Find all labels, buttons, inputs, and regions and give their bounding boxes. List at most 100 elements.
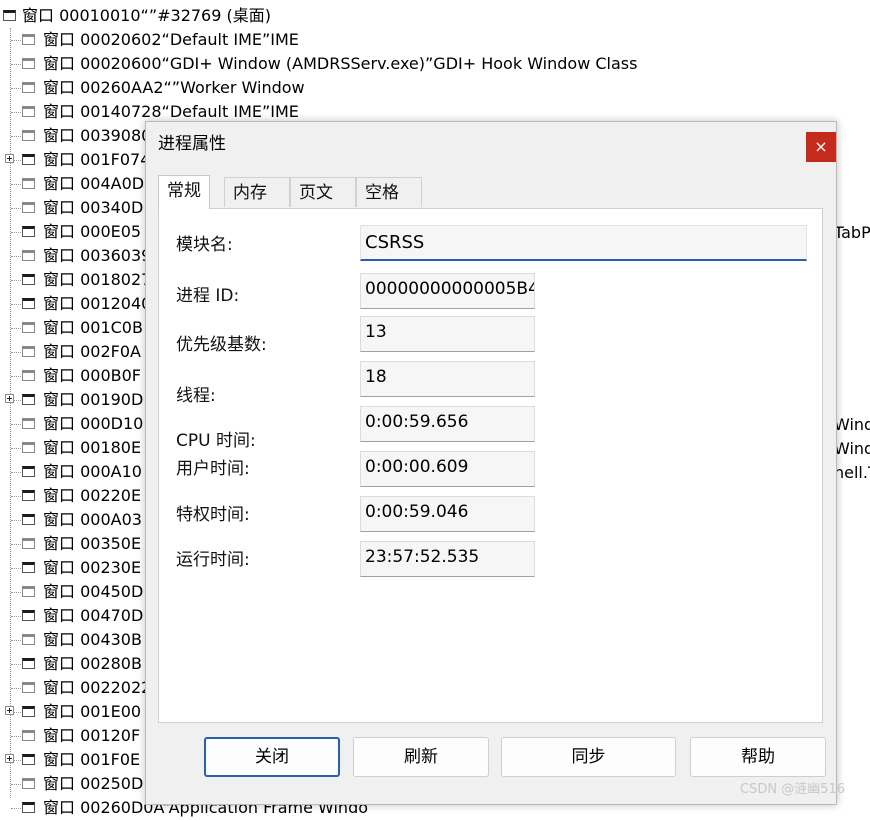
tree-row-label: 窗口 0036039 [43,246,152,265]
clipped-text: hell.T [834,463,870,482]
process-id-field[interactable]: 00000000000005B4 [360,273,535,309]
tree-row-label: 窗口 001F074 [43,150,151,169]
window-icon [22,322,35,333]
clipped-text: Windo [834,439,870,458]
expand-icon[interactable] [5,154,14,163]
window-icon [22,154,35,165]
tree-row-label: 窗口 000E05 [43,222,142,241]
tree-row-label: 窗口 00470D [43,606,144,625]
tree-row[interactable]: 窗口 00020602“Default IME”IME [0,28,870,52]
window-icon [22,634,35,645]
user-time-label: 用户时间: [176,459,250,479]
cpu-time-label: CPU 时间: [176,431,256,451]
tree-row-label: 窗口 00250D [43,774,144,793]
dialog-title: 进程属性 [158,134,226,154]
tree-row-label: 窗口 00020602“Default IME”IME [43,30,299,49]
tree-row-label: 窗口 00120F [43,726,141,745]
tree-row-label: 窗口 000A03 [43,510,142,529]
tree-row-label: 窗口 0039080 [43,126,152,145]
window-icon [22,418,35,429]
window-icon [22,730,35,741]
window-icon [22,658,35,669]
window-icon [22,610,35,621]
tree-row-label: 窗口 00340D [43,198,144,217]
elapsed-time-label: 运行时间: [176,550,250,570]
tree-row-label: 窗口 00350E [43,534,142,553]
tree-row-label: 窗口 001C0B [43,318,143,337]
window-icon [22,394,35,405]
tree-row-label: 窗口 00450D [43,582,144,601]
window-icon [22,202,35,213]
process-properties-dialog: 进程属性 × 常规 内存 页文件 空格键 模块名: CSRSS 进程 ID: 00… [145,121,837,805]
expand-icon[interactable] [5,394,14,403]
module-name-label: 模块名: [176,235,233,255]
window-icon [22,178,35,189]
tree-root-row[interactable]: 窗口 00010010“”#32769 (桌面) [0,4,870,28]
window-icon [22,562,35,573]
privileged-time-field[interactable]: 0:00:59.046 [360,496,535,532]
tree-row-label: 窗口 00190D [43,390,144,409]
tree-row-label: 窗口 000B0F [43,366,141,385]
tab-memory[interactable]: 内存 [224,177,290,207]
window-icon [22,346,35,357]
window-icon [22,442,35,453]
process-id-label: 进程 ID: [176,286,240,306]
watermark: CSDN @涟幽516 [740,782,846,797]
close-button[interactable]: 关闭 [204,737,340,777]
clipped-text: Windo [834,415,870,434]
window-icon [22,226,35,237]
tree-row-label: 窗口 00280B [43,654,142,673]
tree-row-label: 窗口 000D10 [43,414,144,433]
dialog-titlebar[interactable]: 进程属性 × [146,122,836,166]
window-icon [22,682,35,693]
tab-general[interactable]: 常规 [158,175,210,209]
priority-base-label: 优先级基数: [176,335,267,355]
tree-row-label: 窗口 00260AA2“”Worker Window [43,78,305,97]
expand-icon[interactable] [5,754,14,763]
tree-row[interactable]: 窗口 00260AA2“”Worker Window [0,76,870,100]
privileged-time-label: 特权时间: [176,505,250,525]
threads-label: 线程: [176,386,216,406]
user-time-field[interactable]: 0:00:00.609 [360,451,535,487]
elapsed-time-field[interactable]: 23:57:52.535 [360,541,535,577]
tab-space[interactable]: 空格键 [356,177,422,233]
window-icon [22,778,35,789]
tree-row[interactable]: 窗口 00020600“GDI+ Window (AMDRSServ.exe)”… [0,52,870,76]
tree-row-label: 窗口 000A10 [43,462,142,481]
window-icon [22,466,35,477]
window-icon [22,250,35,261]
window-icon [22,34,35,45]
tree-row-label: 窗口 00180E [43,438,142,457]
priority-base-field[interactable]: 13 [360,316,535,352]
tree-row-label: 窗口 001E00 [43,702,142,721]
window-icon [22,514,35,525]
window-icon [22,298,35,309]
threads-field[interactable]: 18 [360,361,535,397]
window-icon [22,130,35,141]
window-icon [22,274,35,285]
tab-pagefile[interactable]: 页文件 [290,177,356,233]
tree-row-label: 窗口 0012040 [43,294,152,313]
module-name-field[interactable]: CSRSS [360,225,807,261]
tree-row-label: 窗口 0022022 [43,678,152,697]
window-icon [3,10,16,21]
refresh-button[interactable]: 刷新 [353,737,489,777]
tree-row-label: 窗口 0018027 [43,270,152,289]
tree-row-label: 窗口 001F0E [43,750,141,769]
tree-row-label: 窗口 004A0D [43,174,145,193]
window-icon [22,706,35,717]
tree-row-label: 窗口 002F0A [43,342,141,361]
sync-button[interactable]: 同步 [501,737,676,777]
help-button[interactable]: 帮助 [690,737,826,777]
window-icon [22,490,35,501]
cpu-time-field[interactable]: 0:00:59.656 [360,406,535,442]
window-icon [22,106,35,117]
window-icon [22,802,35,813]
tree-row-label: 窗口 00430B [43,630,142,649]
expand-icon[interactable] [5,706,14,715]
close-icon[interactable]: × [806,132,836,162]
tree-row-label: 窗口 00020600“GDI+ Window (AMDRSServ.exe)”… [43,54,638,73]
window-icon [22,58,35,69]
tree-row-label: 窗口 00230E [43,558,142,577]
tree-row-label: 窗口 00220E [43,486,142,505]
